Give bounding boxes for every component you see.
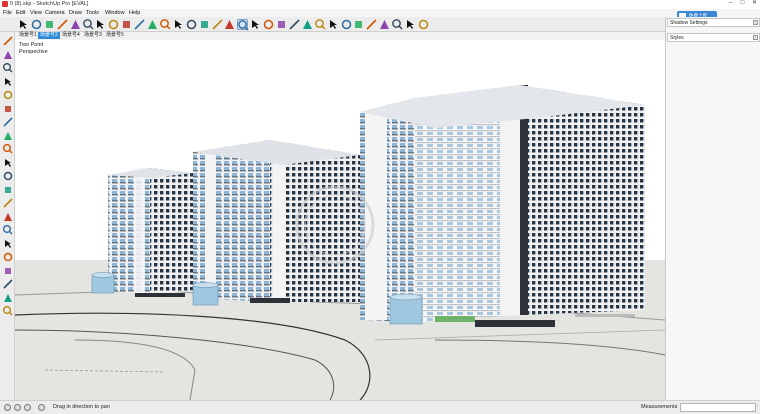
dimension-tool-icon[interactable] (199, 19, 210, 30)
box-icon[interactable] (3, 90, 13, 100)
styles-title: Styles (670, 35, 684, 41)
select-tool-icon[interactable] (18, 19, 29, 30)
tape-measure-icon[interactable] (186, 19, 197, 30)
move-tool-icon[interactable] (121, 19, 132, 30)
leaf-icon[interactable] (3, 293, 13, 303)
scene-tabs-bar: 场景号1 场景号2 场景号4 场景号3 场景号5 (15, 32, 665, 40)
pan-tool-icon[interactable] (237, 19, 249, 31)
menu-window[interactable]: Window (105, 10, 125, 16)
left-toolbar (0, 32, 15, 400)
window-titlebar: 0 (8).skp - SketchUp Pro [EVAL] – □ ✕ (0, 0, 760, 9)
front-view-icon[interactable] (379, 19, 390, 30)
menu-bar: File Edit View Camera Draw Tools Window … (0, 9, 760, 17)
spiral-icon[interactable] (3, 279, 13, 289)
freehand-tool-icon[interactable] (95, 19, 106, 30)
modules-icon[interactable] (3, 212, 13, 222)
paint-bucket-icon[interactable] (44, 19, 55, 30)
tab-scene-1[interactable]: 场景号1 (17, 32, 39, 39)
model-viewport[interactable]: Two Point Perspective (15, 40, 665, 400)
shadow-settings-title: Shadow Settings (670, 20, 708, 26)
panel-collapse-icon[interactable]: ≡ (753, 20, 758, 25)
top-view-icon[interactable] (366, 19, 377, 30)
tab-scene-5[interactable]: 场景号5 (104, 32, 126, 39)
status-hint: Drag in direction to pan (53, 404, 110, 410)
user-icon[interactable] (24, 404, 31, 411)
push-pull-icon[interactable] (108, 19, 119, 30)
sandbox-icon[interactable] (3, 50, 13, 60)
default-tray: Shadow Settings ≡ Styles ≡ (665, 17, 760, 400)
measurements-label: Measurements (641, 404, 678, 410)
flip-icon[interactable] (3, 171, 13, 181)
tab-scene-3[interactable]: 场景号3 (82, 32, 104, 39)
swirl-icon[interactable] (3, 252, 13, 262)
arc-tool-icon[interactable] (82, 19, 94, 30)
model-scene (15, 85, 665, 400)
menu-edit[interactable]: Edit (16, 10, 25, 16)
menu-help[interactable]: Help (129, 10, 140, 16)
help-icon[interactable] (38, 404, 45, 411)
window-title: 0 (8).skp - SketchUp Pro [EVAL] (10, 1, 89, 7)
shield-icon[interactable] (3, 77, 13, 87)
look-around-icon[interactable] (328, 19, 339, 30)
zoom-tool-icon[interactable] (250, 19, 261, 30)
target-icon[interactable] (3, 158, 13, 168)
make-component-icon[interactable] (57, 19, 68, 30)
ruler-icon[interactable] (3, 104, 13, 114)
back-view-icon[interactable] (405, 19, 416, 30)
rotate-tool-icon[interactable] (134, 19, 145, 30)
section-plane-icon[interactable] (341, 19, 352, 30)
camera-mode-label: Two Point (19, 42, 44, 48)
line-tool-icon[interactable] (70, 19, 81, 30)
menu-file[interactable]: File (3, 10, 12, 16)
drape-icon[interactable] (3, 144, 13, 154)
building-left (108, 168, 193, 295)
offset-tool-icon[interactable] (173, 19, 184, 30)
position-camera-icon[interactable] (302, 19, 313, 30)
gear-icon[interactable] (3, 225, 13, 235)
building-right (360, 85, 645, 322)
panel-collapse-icon[interactable]: ≡ (753, 35, 758, 40)
styles-panel[interactable]: Styles ≡ (667, 33, 760, 42)
zoom-window-icon[interactable] (263, 19, 274, 30)
menu-view[interactable]: View (30, 10, 42, 16)
tab-scene-2[interactable]: 场景号2 (38, 32, 60, 39)
wave-icon[interactable] (3, 239, 13, 249)
knife-icon[interactable] (3, 198, 13, 208)
menu-camera[interactable]: Camera (45, 10, 65, 16)
orbit-tool-icon[interactable] (224, 19, 235, 30)
maximize-button[interactable]: □ (737, 0, 748, 7)
weld-icon[interactable] (3, 185, 13, 195)
circle-tool-icon[interactable] (3, 117, 13, 127)
close-window-button[interactable]: ✕ (749, 0, 760, 7)
walk-tool-icon[interactable] (314, 19, 326, 30)
status-bar: Drag in direction to pan Measurements ⋰ (0, 400, 760, 414)
loop-icon[interactable] (3, 306, 13, 316)
stamp-tool-icon[interactable] (3, 63, 13, 73)
right-view-icon[interactable] (392, 19, 403, 30)
menu-tools[interactable]: Tools (86, 10, 99, 16)
previous-view-icon[interactable] (289, 19, 300, 30)
building-middle (193, 140, 360, 302)
left-view-icon[interactable] (418, 19, 429, 30)
minimize-button[interactable]: – (725, 0, 736, 7)
grid-tool-icon[interactable] (3, 131, 13, 141)
sketchup-app-icon (2, 1, 8, 7)
projection-label: Perspective (19, 49, 48, 55)
axes-tool-icon[interactable] (3, 36, 13, 46)
geo-location-icon[interactable] (4, 404, 11, 411)
iso-view-icon[interactable] (353, 19, 364, 30)
eraser-tool-icon[interactable] (31, 19, 42, 30)
resize-grip-icon[interactable]: ⋰ (752, 406, 759, 413)
scale-tool-icon[interactable] (160, 19, 171, 30)
credits-icon[interactable] (14, 404, 21, 411)
main-toolbar (0, 17, 665, 32)
shadow-settings-panel[interactable]: Shadow Settings ≡ (667, 18, 760, 27)
cross-icon[interactable] (3, 266, 13, 276)
menu-draw[interactable]: Draw (69, 10, 82, 16)
measurements-input[interactable] (680, 403, 756, 412)
protractor-icon[interactable] (211, 19, 223, 30)
tab-scene-4[interactable]: 场景号4 (60, 32, 82, 39)
follow-me-icon[interactable] (147, 19, 158, 30)
zoom-extents-icon[interactable] (276, 19, 287, 30)
